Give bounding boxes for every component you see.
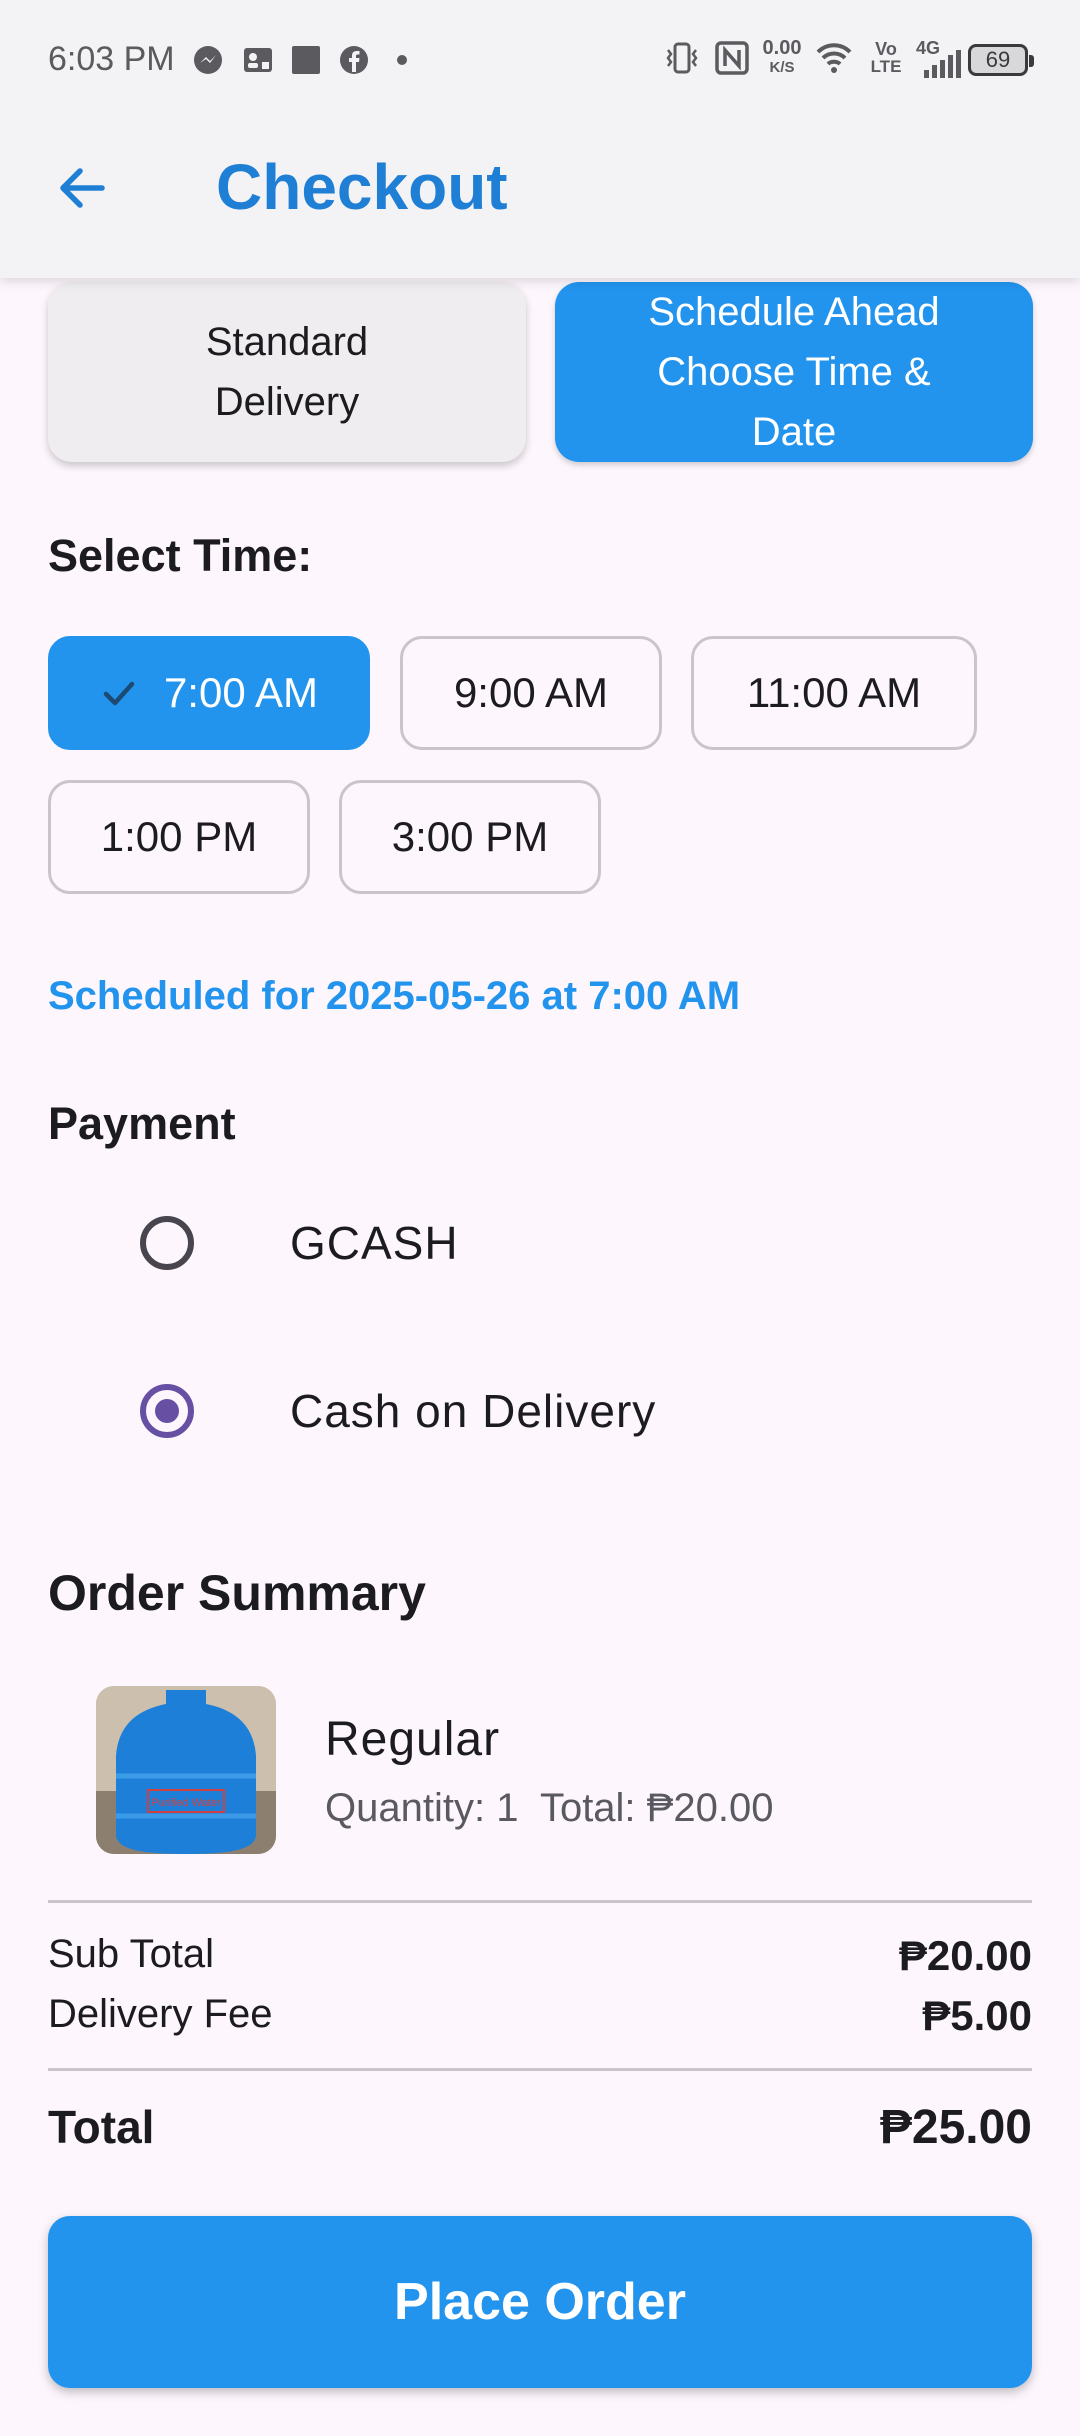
standard-delivery-button[interactable]: Standard Delivery — [48, 282, 526, 462]
square-app-icon — [292, 46, 320, 74]
signal-bars-icon — [924, 50, 961, 78]
dot-icon — [397, 55, 407, 65]
back-arrow-icon[interactable] — [48, 152, 120, 224]
payment-option-gcash[interactable]: GCASH — [120, 1190, 1020, 1300]
wifi-icon — [816, 43, 852, 73]
check-icon — [103, 681, 135, 706]
select-time-heading: Select Time: — [48, 530, 313, 581]
time-chip-label: 1:00 PM — [100, 813, 258, 860]
standard-delivery-label: Standard Delivery — [205, 320, 369, 424]
top-bar: 6:03 PM 0.00 K/S Vo LTE 4G 69 Checkout — [0, 0, 1080, 278]
time-chip-label: 3:00 PM — [391, 813, 549, 860]
vibrate-icon — [666, 42, 698, 74]
time-chip-label: 11:00 AM — [746, 669, 922, 716]
schedule-ahead-button[interactable]: Schedule Ahead Choose Time & Date — [555, 282, 1033, 462]
cell-signal: 4G — [916, 38, 964, 78]
time-chip-7am[interactable]: 7:00 AM — [48, 636, 370, 750]
delivery-fee-value: ₱5.00 — [922, 1992, 1032, 2039]
contact-card-icon — [244, 48, 272, 72]
time-chip-9am[interactable]: 9:00 AM — [400, 636, 662, 750]
battery-indicator: 69 — [968, 44, 1034, 76]
page-title: Checkout — [216, 151, 508, 223]
time-chip-label: 7:00 AM — [163, 669, 319, 716]
status-time: 6:03 PM — [48, 40, 175, 78]
payment-option-cod[interactable]: Cash on Delivery — [120, 1358, 1020, 1468]
scheduled-note: Scheduled for 2025-05-26 at 7:00 AM — [48, 974, 741, 1018]
product-label-text: Purified Water — [151, 1797, 221, 1809]
volte-indicator: Vo LTE — [870, 39, 902, 76]
time-chip-label: 9:00 AM — [453, 669, 609, 716]
order-summary-heading: Order Summary — [48, 1565, 426, 1621]
product-name: Regular — [325, 1713, 501, 1766]
divider — [48, 1900, 1032, 1903]
time-chip-1pm[interactable]: 1:00 PM — [48, 780, 310, 894]
payment-heading: Payment — [48, 1098, 236, 1149]
time-chip-11am[interactable]: 11:00 AM — [691, 636, 977, 750]
total-value: ₱25.00 — [879, 2101, 1032, 2154]
schedule-ahead-label: Schedule Ahead Choose Time & Date — [648, 290, 940, 454]
network-speed: 0.00 K/S — [762, 37, 802, 76]
payment-option-label: GCASH — [290, 1217, 459, 1269]
product-image: Purified Water — [96, 1686, 276, 1854]
messenger-icon — [194, 46, 222, 74]
place-order-button[interactable]: Place Order — [48, 2216, 1032, 2388]
radio-unselected[interactable] — [140, 1216, 194, 1270]
product-meta: Quantity: 1 Total: ₱20.00 — [325, 1786, 774, 1830]
delivery-fee-label: Delivery Fee — [48, 1992, 273, 2036]
total-label: Total — [48, 2101, 155, 2153]
divider — [48, 2068, 1032, 2071]
subtotal-value: ₱20.00 — [898, 1932, 1032, 1979]
facebook-icon — [340, 46, 368, 74]
radio-selected[interactable] — [140, 1384, 194, 1438]
time-chip-3pm[interactable]: 3:00 PM — [339, 780, 601, 894]
nfc-icon — [715, 41, 749, 75]
payment-option-label: Cash on Delivery — [290, 1385, 657, 1437]
place-order-label: Place Order — [394, 2273, 686, 2331]
subtotal-label: Sub Total — [48, 1932, 215, 1976]
